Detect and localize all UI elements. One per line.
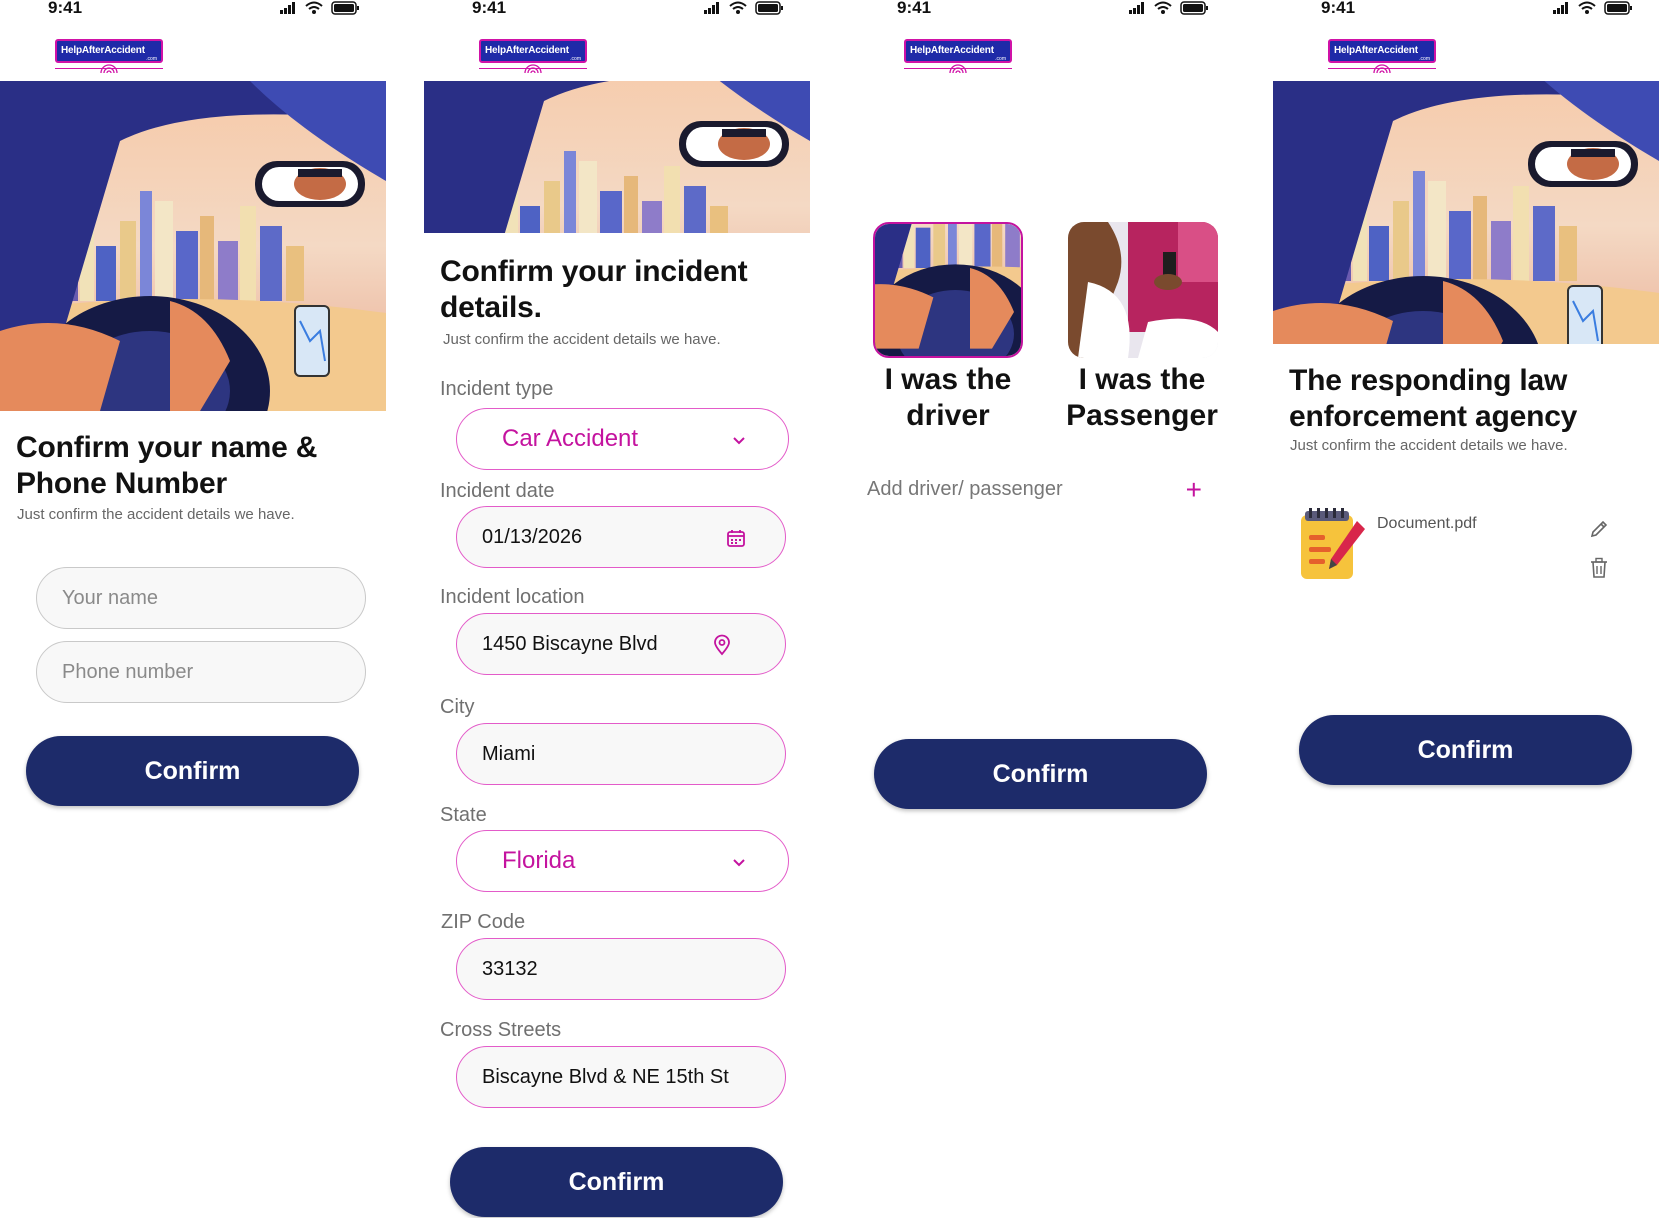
driver-option-label: I was the driver — [884, 363, 1012, 432]
calendar-icon — [727, 530, 745, 547]
page-title: The responding law enforcement agency — [1289, 364, 1578, 433]
page-subtitle: Just confirm the accident details we hav… — [443, 331, 721, 348]
add-driver-passenger-row[interactable]: Add driver/ passenger + — [867, 474, 1212, 505]
phone-input[interactable]: Phone number — [36, 641, 366, 703]
incident-location-input[interactable]: 1450 Biscayne Blvd — [456, 613, 786, 675]
confirm-button[interactable]: Confirm — [874, 739, 1207, 809]
zip-input[interactable]: 33132 — [456, 938, 786, 1000]
city-label: City — [440, 696, 475, 718]
page-subtitle: Just confirm the accident details we hav… — [17, 506, 295, 523]
document-item[interactable]: Document.pdf — [1297, 507, 1627, 587]
status-bar: 9:41 — [1273, 0, 1659, 20]
screen-driver-or-passenger: 9:41 HelpAfterAccident .com I was the dri… — [849, 0, 1235, 1218]
signal-icon — [1553, 2, 1568, 14]
location-pin-icon — [714, 634, 730, 656]
wifi-icon — [1154, 1, 1172, 14]
wifi-icon — [729, 1, 747, 14]
status-bar: 9:41 — [424, 0, 810, 20]
confirm-button[interactable]: Confirm — [450, 1147, 783, 1217]
brand-logo: HelpAfterAccident .com — [1328, 39, 1438, 73]
chevron-down-icon — [733, 859, 745, 867]
status-time: 9:41 — [48, 0, 83, 17]
page-subtitle: Just confirm the accident details we hav… — [1290, 437, 1568, 454]
screen-confirm-name-phone: 9:41 HelpAfterAccident .com Confirm your … — [0, 0, 386, 1218]
status-time: 9:41 — [1321, 0, 1356, 17]
state-select[interactable]: Florida — [456, 830, 789, 892]
status-icons — [1553, 1, 1632, 15]
cross-streets-input[interactable]: Biscayne Blvd & NE 15th St — [456, 1046, 786, 1108]
plus-icon[interactable]: + — [1186, 474, 1202, 506]
hero-illustration — [0, 81, 386, 411]
battery-icon — [755, 1, 783, 15]
fingerprint-icon — [100, 64, 118, 73]
brand-logo: HelpAfterAccident .com — [904, 39, 1014, 73]
hero-illustration — [424, 81, 810, 233]
trash-icon[interactable] — [1589, 557, 1609, 579]
fingerprint-icon — [949, 64, 967, 73]
pencil-icon[interactable] — [1589, 519, 1609, 539]
driver-option-card[interactable] — [873, 222, 1023, 358]
incident-date-label: Incident date — [440, 480, 555, 502]
screen-confirm-incident: 9:41 HelpAfterAccident .com Confirm your … — [424, 0, 810, 1218]
incident-date-input[interactable]: 01/13/2026 — [456, 506, 786, 568]
notepad-icon — [1301, 508, 1365, 579]
wifi-icon — [1578, 1, 1596, 14]
status-bar: 9:41 — [849, 0, 1235, 20]
chevron-down-icon — [733, 437, 745, 445]
battery-icon — [1604, 1, 1632, 15]
brand-logo: HelpAfterAccident .com — [479, 39, 589, 73]
fingerprint-icon — [524, 64, 542, 73]
status-icons — [1129, 1, 1208, 15]
state-label: State — [440, 804, 487, 826]
passenger-option-card[interactable] — [1068, 222, 1218, 358]
page-title: Confirm your incident details. — [440, 255, 748, 324]
incident-type-label: Incident type — [440, 378, 554, 400]
zip-label: ZIP Code — [441, 911, 526, 933]
brand-logo: HelpAfterAccident .com — [55, 39, 165, 73]
status-icons — [280, 1, 359, 15]
incident-location-label: Incident location — [440, 586, 585, 608]
status-time: 9:41 — [472, 0, 507, 17]
passenger-option-label: I was the Passenger — [1066, 363, 1218, 432]
status-time: 9:41 — [897, 0, 932, 17]
cross-streets-label: Cross Streets — [440, 1019, 562, 1041]
status-icons — [704, 1, 783, 15]
incident-type-select[interactable]: Car Accident — [456, 408, 789, 470]
name-input[interactable]: Your name — [36, 567, 366, 629]
fingerprint-icon — [1373, 64, 1391, 73]
battery-icon — [331, 1, 359, 15]
page-title: Confirm your name & Phone Number — [16, 431, 318, 500]
battery-icon — [1180, 1, 1208, 15]
signal-icon — [704, 2, 719, 14]
signal-icon — [1129, 2, 1144, 14]
document-name: Document.pdf — [1377, 515, 1477, 532]
confirm-button[interactable]: Confirm — [1299, 715, 1632, 785]
screen-law-enforcement: 9:41 HelpAfterAccident .com The respondin… — [1273, 0, 1659, 1218]
city-input[interactable]: Miami — [456, 723, 786, 785]
wifi-icon — [305, 1, 323, 14]
confirm-button[interactable]: Confirm — [26, 736, 359, 806]
hero-illustration — [1273, 81, 1659, 344]
add-driver-passenger-label: Add driver/ passenger — [867, 478, 1063, 500]
signal-icon — [280, 2, 295, 14]
status-bar: 9:41 — [0, 0, 386, 20]
